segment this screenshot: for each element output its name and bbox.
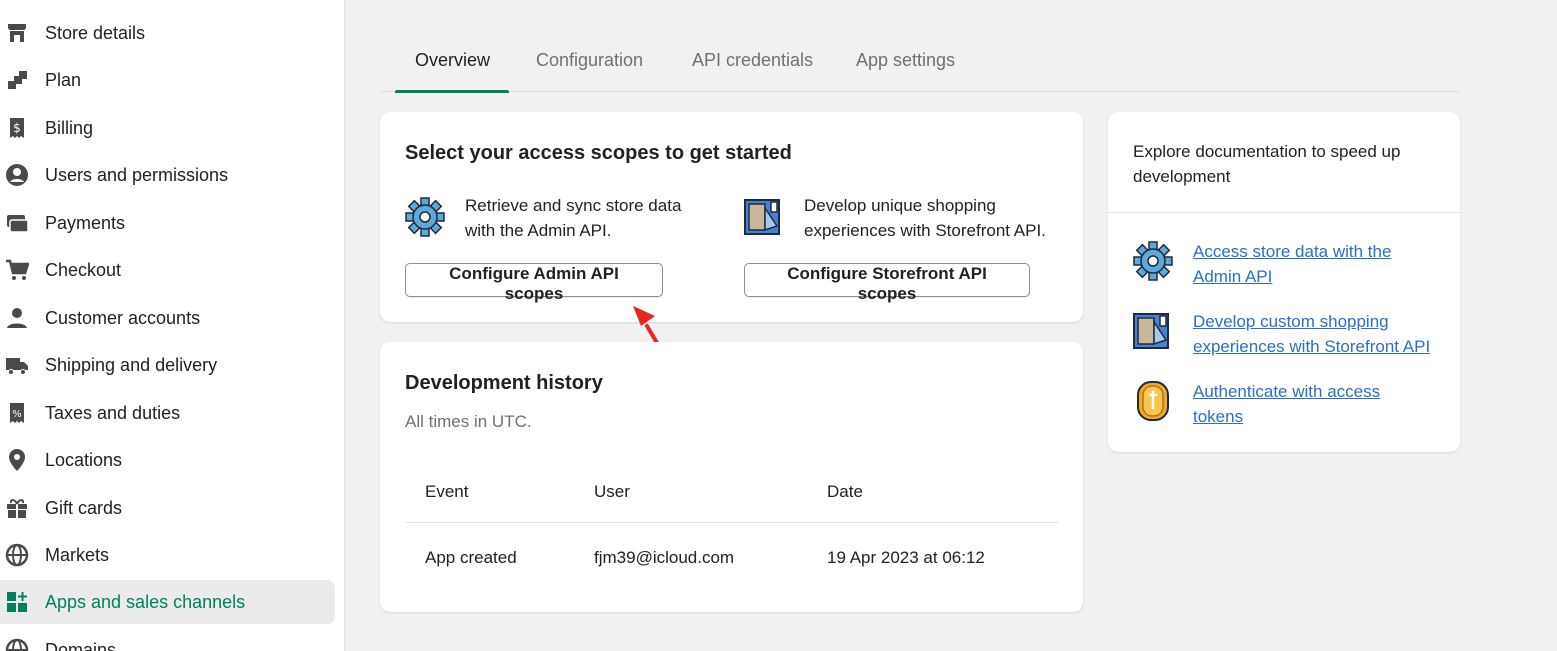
column-header-date: Date <box>827 482 863 501</box>
svg-text:$: $ <box>13 121 21 135</box>
access-scopes-card: Select your access scopes to get started <box>380 112 1083 322</box>
tax-receipt-icon: % <box>4 400 30 426</box>
user-circle-icon <box>4 162 30 188</box>
doc-link-access-tokens[interactable]: Authenticate with access tokens <box>1193 379 1380 429</box>
storefront-blueprint-icon <box>1132 310 1174 352</box>
sidebar-item-markets[interactable]: Markets <box>0 533 335 577</box>
domains-globe-icon <box>4 637 30 651</box>
person-icon <box>4 305 30 331</box>
documentation-intro: Explore documentation to speed up develo… <box>1133 142 1401 186</box>
gear-icon <box>404 196 446 238</box>
column-header-user: User <box>594 482 630 501</box>
payments-icon <box>4 210 30 236</box>
doc-link-storefront-api[interactable]: Develop custom shopping experiences with… <box>1193 309 1430 359</box>
configure-storefront-api-scopes-button[interactable]: Configure Storefront API scopes <box>744 263 1030 303</box>
development-history-card: Development history All times in UTC. Ev… <box>380 342 1083 612</box>
sidebar-item-label: Locations <box>45 449 123 470</box>
storefront-blueprint-icon <box>743 196 785 238</box>
table-divider <box>405 522 1058 523</box>
card-title: Select your access scopes to get started <box>405 142 792 164</box>
sidebar-item-label: Store details <box>45 22 146 43</box>
sidebar-item-label: Plan <box>45 69 82 90</box>
sidebar-item-users-and-permissions[interactable]: Users and permissions <box>0 153 335 197</box>
card-title: Development history <box>405 372 603 394</box>
location-pin-icon <box>4 447 30 473</box>
globe-icon <box>4 542 30 568</box>
sidebar-item-taxes-and-duties[interactable]: % Taxes and duties <box>0 391 335 435</box>
sidebar-item-checkout[interactable]: Checkout <box>0 248 335 292</box>
sidebar-item-label: Apps and sales channels <box>45 591 246 612</box>
store-icon <box>4 20 30 46</box>
documentation-card: Explore documentation to speed up develo… <box>1108 112 1460 452</box>
sidebar-item-shipping-and-delivery[interactable]: Shipping and delivery <box>0 343 335 387</box>
sidebar-item-gift-cards[interactable]: Gift cards <box>0 486 335 530</box>
plan-icon <box>4 67 30 93</box>
tab-api-credentials[interactable]: API credentials <box>692 36 813 92</box>
doc-link-admin-api[interactable]: Access store data with the Admin API <box>1193 239 1391 289</box>
sidebar-item-label: Markets <box>45 544 110 565</box>
sidebar-item-label: Users and permissions <box>45 164 229 185</box>
tab-app-settings[interactable]: App settings <box>856 36 955 92</box>
gift-icon <box>4 495 30 521</box>
sidebar-item-label: Payments <box>45 212 126 233</box>
gear-icon <box>1132 240 1174 282</box>
sidebar-item-store-details[interactable]: Store details <box>0 11 335 55</box>
sidebar-item-label: Shipping and delivery <box>45 354 218 375</box>
sidebar-item-domains[interactable]: Domains <box>0 628 335 651</box>
sidebar-item-label: Taxes and duties <box>45 402 181 423</box>
sidebar-item-label: Customer accounts <box>45 307 201 328</box>
sidebar-item-label: Billing <box>45 117 94 138</box>
sidebar-item-label: Gift cards <box>45 497 123 518</box>
truck-icon <box>4 352 30 378</box>
sidebar-item-apps-and-sales-channels[interactable]: Apps and sales channels <box>0 580 335 624</box>
sidebar-item-label: Domains <box>45 639 117 651</box>
sidebar-item-payments[interactable]: Payments <box>0 201 335 245</box>
admin-api-description: Retrieve and sync store data with the Ad… <box>465 196 682 240</box>
sidebar-item-plan[interactable]: Plan <box>0 58 335 102</box>
app-tabs: Overview Configuration API credentials A… <box>380 36 1460 93</box>
sidebar-item-customer-accounts[interactable]: Customer accounts <box>0 296 335 340</box>
sidebar-item-label: Checkout <box>45 259 122 280</box>
card-divider <box>1108 212 1460 213</box>
cart-icon <box>4 257 30 283</box>
sidebar-item-billing[interactable]: $ Billing <box>0 106 335 150</box>
tab-configuration[interactable]: Configuration <box>536 36 643 92</box>
apps-icon <box>4 589 30 615</box>
sidebar-item-locations[interactable]: Locations <box>0 438 335 482</box>
configure-admin-api-scopes-button[interactable]: Configure Admin API scopes <box>405 263 663 303</box>
billing-icon: $ <box>4 115 30 141</box>
cell-date: 19 Apr 2023 at 06:12 <box>827 548 985 567</box>
column-header-event: Event <box>425 482 469 501</box>
timezone-note: All times in UTC. <box>405 412 532 431</box>
cell-user: fjm39@icloud.com <box>594 548 735 567</box>
storefront-api-description: Develop unique shopping experiences with… <box>804 196 1046 240</box>
tab-overview[interactable]: Overview <box>395 36 510 93</box>
settings-sidebar: Store details Plan $ Billing Users and p… <box>0 0 345 651</box>
svg-text:%: % <box>12 409 22 420</box>
token-coin-icon <box>1132 380 1174 422</box>
cell-event: App created <box>425 548 517 567</box>
